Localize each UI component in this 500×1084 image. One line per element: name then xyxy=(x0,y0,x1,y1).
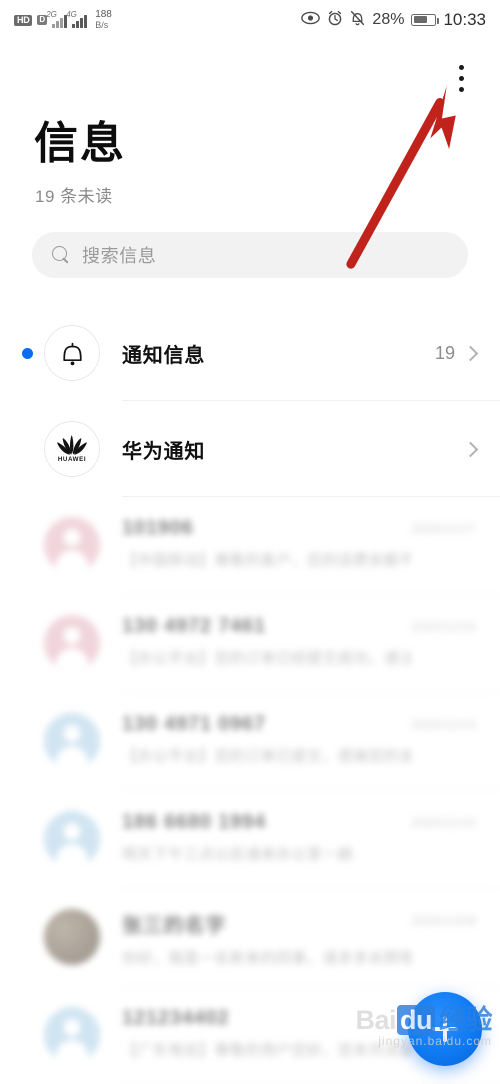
conversation-row[interactable]: 130 4972 7461 【办公平台】您的订单已经提交成功，请注意… 2020/1… xyxy=(0,595,500,693)
menu-dot xyxy=(458,64,464,70)
conversation-preview: 明天下午三点以后请来办公室一趟 xyxy=(122,846,354,863)
avatar-placeholder-icon xyxy=(44,517,100,573)
avatar-placeholder-icon xyxy=(44,713,100,769)
row-tail xyxy=(462,441,479,457)
conversation-body: 186 6680 1994 明天下午三点以后请来办公室一趟 xyxy=(122,811,411,864)
eye-comfort-icon xyxy=(301,10,321,30)
conversation-body: 华为通知 xyxy=(122,435,465,464)
search-placeholder: 搜索信息 xyxy=(82,246,157,266)
more-options-icon[interactable] xyxy=(444,58,478,98)
unread-summary: 19 条未读 xyxy=(35,187,113,206)
signal-strength-sim1-icon: 2G xyxy=(46,10,68,28)
menu-dot xyxy=(458,75,464,81)
chevron-right-icon xyxy=(462,345,479,361)
watermark-cn: 经验 xyxy=(439,1005,493,1036)
conversation-row[interactable]: 张三的名字你好，我是一名新来的同事，请多多关照哦 谢…2020/12/08 xyxy=(0,889,500,987)
watermark-url: jingyan.baidu.com xyxy=(378,1034,492,1049)
bell-icon xyxy=(44,325,100,381)
status-bar-clock: 10:33 xyxy=(443,10,486,29)
row-tail: 19 xyxy=(434,342,479,364)
watermark-bai: Bai xyxy=(355,1005,396,1036)
avatar xyxy=(44,517,100,573)
conversation-name: 张三的名字 xyxy=(122,915,226,937)
conversation-timestamp: 2020/12/08 xyxy=(410,913,476,928)
menu-dot xyxy=(458,86,464,92)
page-title: 信息 xyxy=(34,119,126,168)
alarm-clock-icon xyxy=(327,10,343,31)
unread-indicator-slot xyxy=(22,347,44,359)
conversation-row[interactable]: 130 4971 0967 【办公平台】您的订单已提交，感谢您的支持… 2020/1… xyxy=(0,693,500,791)
chevron-right-icon xyxy=(462,441,479,457)
conversation-name: 130 4971 0967 xyxy=(122,713,266,735)
avatar xyxy=(44,1007,100,1063)
avatar xyxy=(44,811,100,867)
data-rate-value: 188 xyxy=(95,9,112,21)
avatar xyxy=(44,713,100,769)
battery-percentage: 28% xyxy=(372,11,405,28)
conversation-name: 通知信息 xyxy=(122,344,206,367)
conversation-body: 张三的名字你好，我是一名新来的同事，请多多关照哦 谢… xyxy=(122,909,411,968)
sim1-network-label: 2G xyxy=(46,9,57,19)
watermark-du: du xyxy=(397,1005,435,1036)
conversation-body: 通知信息 xyxy=(122,339,435,368)
data-rate-indicator: 188 B/s xyxy=(95,10,112,30)
data-rate-unit: B/s xyxy=(95,19,109,30)
sim2-network-label: 4G xyxy=(66,9,77,19)
conversation-timestamp: 2020/12/17 xyxy=(410,521,476,536)
avatar-placeholder-icon xyxy=(44,615,100,671)
conversation-row[interactable]: HUAWEI 华为通知 xyxy=(0,401,500,497)
watermark-logo: Bai du 经验 xyxy=(355,1005,493,1036)
status-bar-left: HD D 2G 4G 188 B/s xyxy=(14,10,112,30)
search-icon xyxy=(52,246,70,264)
bell-muted-icon xyxy=(350,10,365,31)
status-bar: HD D 2G 4G 188 B/s 28% 10:33 xyxy=(0,0,500,40)
conversation-preview: 【中国移动】尊敬的客户，您的话费余额不足… xyxy=(122,552,411,569)
conversation-name: 186 6680 1994 xyxy=(122,811,266,833)
conversation-body: 130 4971 0967 【办公平台】您的订单已提交，感谢您的支持… xyxy=(122,713,411,766)
conversation-timestamp: 2020/12/16 xyxy=(410,619,476,634)
conversation-body: 101906 【中国移动】尊敬的客户，您的话费余额不足… xyxy=(122,517,411,570)
search-input[interactable]: 搜索信息 xyxy=(32,232,468,278)
avatar-photo xyxy=(44,909,100,965)
avatar xyxy=(44,909,100,965)
baidu-watermark: Bai du 经验 jingyan.baidu.com xyxy=(355,1005,493,1049)
conversation-preview: 【办公平台】您的订单已提交，感谢您的支持… xyxy=(122,748,411,765)
unread-dot xyxy=(22,347,33,359)
avatar-placeholder-icon xyxy=(44,1007,100,1063)
unread-count: 19 xyxy=(434,342,455,363)
conversation-list: 通知信息 19 HUAWEI 华为通知 101906 【中国移动】尊敬的客户，您的话费余额… xyxy=(0,305,500,1084)
messages-app-screen: HD D 2G 4G 188 B/s 28% 10:33 信息 19 条未读 搜… xyxy=(0,0,500,1084)
conversation-row[interactable]: 186 6680 1994 明天下午三点以后请来办公室一趟 2020/12/10 xyxy=(0,791,500,889)
conversation-row[interactable]: 通知信息 19 xyxy=(0,305,500,401)
conversation-body: 130 4972 7461 【办公平台】您的订单已经提交成功，请注意… xyxy=(122,615,411,668)
battery-icon xyxy=(411,14,440,26)
conversation-name: 130 4972 7461 xyxy=(122,615,266,637)
conversation-timestamp: 2020/12/14 xyxy=(410,717,476,732)
status-bar-right: 28% 10:33 xyxy=(301,10,486,31)
avatar xyxy=(44,615,100,671)
conversation-timestamp: 2020/12/10 xyxy=(410,815,476,830)
conversation-row[interactable]: 101906 【中国移动】尊敬的客户，您的话费余额不足… 2020/12/17 xyxy=(0,497,500,595)
huawei-logo-icon: HUAWEI xyxy=(44,421,100,477)
conversation-preview: 你好，我是一名新来的同事，请多多关照哦 谢… xyxy=(122,950,411,967)
conversation-preview: 【办公平台】您的订单已经提交成功，请注意… xyxy=(122,650,411,667)
avatar-placeholder-icon xyxy=(44,811,100,867)
hd-voice-icon: HD xyxy=(14,14,33,26)
conversation-name: 101906 xyxy=(122,517,194,539)
conversation-name: 华为通知 xyxy=(122,440,206,463)
signal-strength-sim2-icon: 4G xyxy=(66,10,88,28)
